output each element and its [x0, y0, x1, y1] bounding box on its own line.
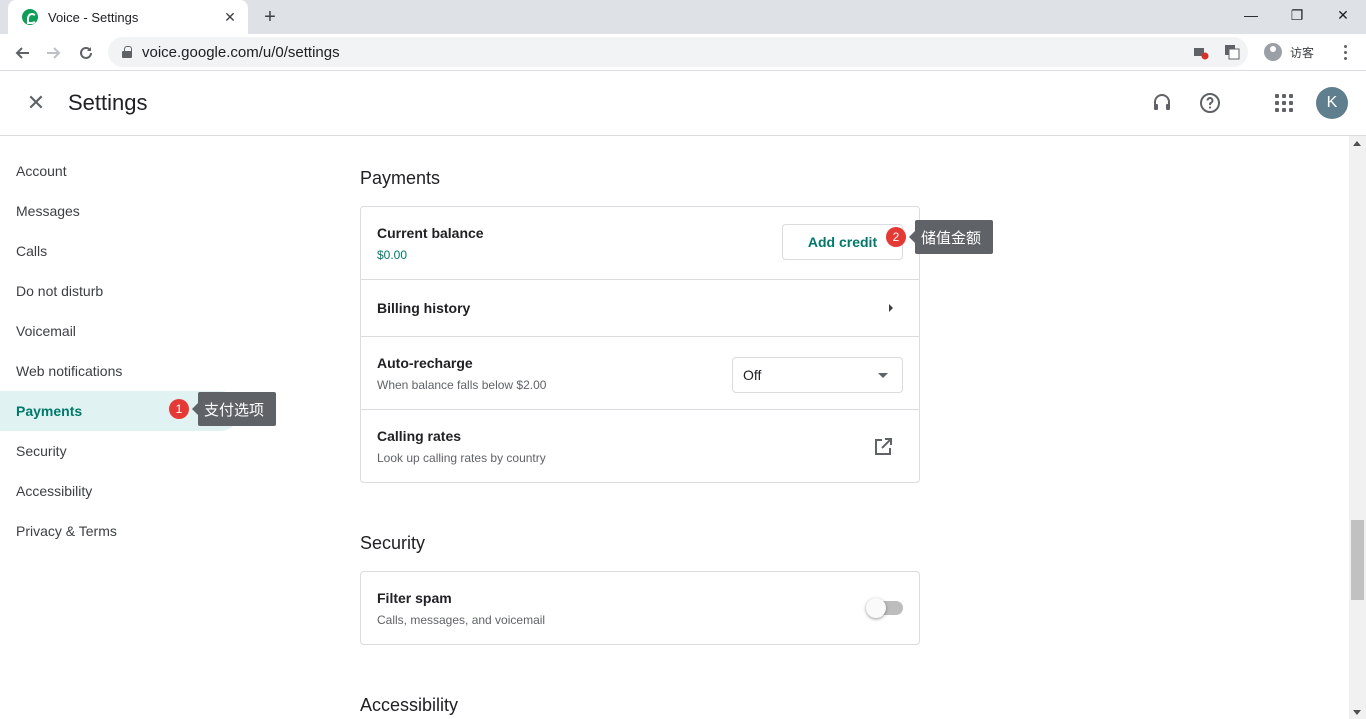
sidebar-item-privacy-terms[interactable]: Privacy & Terms	[0, 511, 240, 551]
add-credit-button[interactable]: Add credit	[782, 224, 903, 260]
browser-menu-icon[interactable]	[1336, 40, 1354, 64]
help-icon[interactable]	[1196, 89, 1224, 117]
open-in-new-icon[interactable]	[874, 438, 892, 456]
sidebar-item-voicemail[interactable]: Voicemail	[0, 311, 240, 351]
address-bar[interactable]: voice.google.com/u/0/settings	[108, 37, 1248, 67]
close-settings-icon[interactable]: ✕	[22, 89, 50, 117]
restore-button[interactable]: ❐	[1274, 0, 1320, 30]
scroll-up-arrow-icon[interactable]	[1353, 141, 1361, 146]
scroll-thumb[interactable]	[1351, 520, 1364, 600]
guest-avatar-icon	[1264, 43, 1282, 61]
voice-favicon-icon	[22, 9, 38, 25]
calling-rates-row[interactable]: Calling rates Look up calling rates by c…	[361, 410, 919, 482]
browser-tab-strip: Voice - Settings ✕ + — ❐ ✕	[0, 0, 1366, 34]
translate-icon[interactable]	[1224, 44, 1240, 60]
filter-spam-label: Filter spam	[377, 590, 452, 606]
account-avatar[interactable]: K	[1316, 87, 1348, 119]
back-icon[interactable]	[8, 39, 36, 67]
browser-toolbar: voice.google.com/u/0/settings 访客	[0, 34, 1366, 71]
window-close-button[interactable]: ✕	[1320, 0, 1366, 30]
filter-spam-toggle[interactable]	[866, 598, 903, 618]
sidebar-item-account[interactable]: Account	[0, 151, 240, 191]
auto-recharge-selected: Off	[743, 367, 762, 383]
url-text: voice.google.com/u/0/settings	[142, 43, 340, 61]
reload-icon[interactable]	[72, 39, 100, 67]
billing-history-label: Billing history	[377, 300, 471, 316]
page-title: Settings	[68, 90, 148, 115]
calling-rates-label: Calling rates	[377, 428, 462, 444]
toggle-knob	[866, 598, 886, 618]
sidebar-item-security[interactable]: Security	[0, 431, 240, 471]
browser-tab[interactable]: Voice - Settings ✕	[8, 0, 248, 34]
auto-recharge-row: Auto-recharge When balance falls below $…	[361, 337, 919, 410]
payments-card: Current balance $0.00 Add credit Billing…	[360, 206, 920, 483]
auto-recharge-label: Auto-recharge	[377, 355, 473, 371]
profile-button[interactable]: 访客	[1258, 37, 1328, 67]
new-tab-button[interactable]: +	[258, 5, 282, 29]
support-headset-icon[interactable]	[1148, 89, 1176, 117]
tab-title: Voice - Settings	[48, 9, 139, 25]
security-section-title: Security	[360, 533, 426, 553]
sidebar-item-web-notifications[interactable]: Web notifications	[0, 351, 240, 391]
current-balance-value: $0.00	[377, 248, 408, 262]
chevron-right-icon	[889, 304, 893, 312]
camera-blocked-icon[interactable]	[1193, 44, 1209, 60]
current-balance-label: Current balance	[377, 225, 484, 241]
billing-history-row[interactable]: Billing history	[361, 280, 919, 337]
tab-close-icon[interactable]: ✕	[218, 5, 242, 29]
filter-spam-row: Filter spam Calls, messages, and voicema…	[361, 572, 919, 644]
annotation-badge-1: 1	[169, 399, 189, 419]
lock-icon	[122, 46, 132, 58]
scroll-down-arrow-icon[interactable]	[1353, 710, 1361, 715]
minimize-button[interactable]: —	[1228, 0, 1274, 30]
accessibility-section-title: Accessibility	[360, 695, 459, 715]
security-card: Filter spam Calls, messages, and voicema…	[360, 571, 920, 645]
forward-icon[interactable]	[40, 39, 68, 67]
app-header: ✕ Settings K	[0, 71, 1366, 136]
annotation-tooltip-2: 储值金额	[908, 220, 994, 254]
sidebar-item-accessibility[interactable]: Accessibility	[0, 471, 240, 511]
profile-label: 访客	[1290, 45, 1315, 60]
page-scrollbar[interactable]	[1349, 136, 1366, 719]
sidebar-item-do-not-disturb[interactable]: Do not disturb	[0, 271, 240, 311]
sidebar-item-messages[interactable]: Messages	[0, 191, 240, 231]
current-balance-row: Current balance $0.00 Add credit	[361, 207, 919, 280]
filter-spam-sub: Calls, messages, and voicemail	[377, 613, 546, 627]
annotation-badge-2: 2	[886, 227, 906, 247]
auto-recharge-sub: When balance falls below $2.00	[377, 378, 547, 392]
auto-recharge-select[interactable]: Off	[732, 357, 903, 393]
apps-grid-icon[interactable]	[1270, 89, 1298, 117]
sidebar-item-calls[interactable]: Calls	[0, 231, 240, 271]
calling-rates-sub: Look up calling rates by country	[377, 451, 546, 465]
annotation-tooltip-1: 支付选项	[191, 392, 277, 426]
payments-section-title: Payments	[360, 168, 441, 188]
dropdown-arrow-icon	[878, 373, 888, 378]
